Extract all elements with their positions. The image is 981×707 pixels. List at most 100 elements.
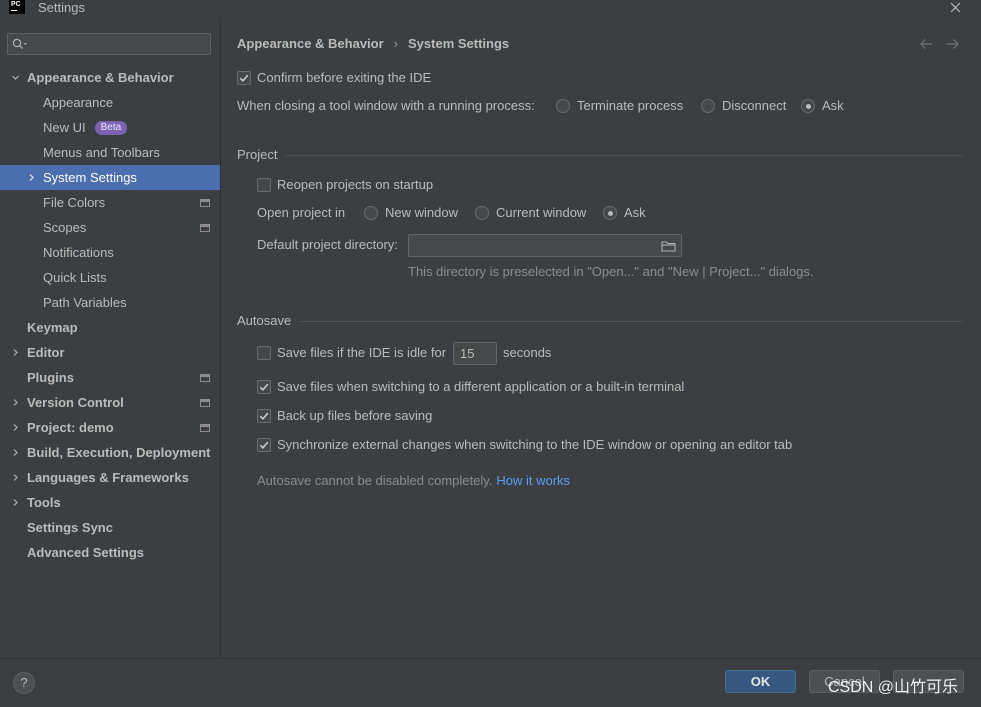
autosave-note: Autosave cannot be disabled completely. … (257, 473, 570, 489)
new-window-label[interactable]: New window (385, 205, 458, 221)
sidebar-item-build-execution-deployment[interactable]: Build, Execution, Deployment (0, 440, 220, 465)
sidebar-item-label: Quick Lists (43, 270, 107, 285)
logo-underline (11, 10, 17, 11)
chevron-right-icon[interactable] (11, 423, 20, 432)
sidebar-item-scopes[interactable]: Scopes (0, 215, 220, 240)
confirm-exit-checkbox[interactable] (237, 71, 251, 85)
sidebar-item-plugins[interactable]: Plugins (0, 365, 220, 390)
checkmark-icon (259, 441, 269, 449)
sidebar-item-version-control[interactable]: Version Control (0, 390, 220, 415)
sidebar-item-menus-toolbars[interactable]: Menus and Toolbars (0, 140, 220, 165)
disconnect-radio[interactable] (701, 99, 715, 113)
default-directory-hint: This directory is preselected in "Open..… (408, 264, 814, 279)
open-ask-radio[interactable] (603, 206, 617, 220)
idle-seconds-field[interactable] (453, 342, 497, 365)
chevron-right-icon[interactable] (11, 348, 20, 357)
sidebar-item-label: Tools (27, 495, 61, 510)
ask-radio[interactable] (801, 99, 815, 113)
sidebar-item-label: Project: demo (27, 420, 114, 435)
current-window-label[interactable]: Current window (496, 205, 586, 221)
disconnect-label[interactable]: Disconnect (722, 98, 786, 114)
sidebar-item-languages-frameworks[interactable]: Languages & Frameworks (0, 465, 220, 490)
close-icon[interactable] (950, 2, 961, 13)
breadcrumb-parent[interactable]: Appearance & Behavior (237, 36, 384, 52)
sidebar-item-tools[interactable]: Tools (0, 490, 220, 515)
sidebar-item-new-ui[interactable]: New UI Beta (0, 115, 220, 140)
help-icon: ? (20, 675, 28, 690)
default-directory-field[interactable] (408, 234, 682, 257)
breadcrumb: Appearance & Behavior › System Settings (237, 36, 509, 52)
sidebar-item-settings-sync[interactable]: Settings Sync (0, 515, 220, 540)
radio-dot (607, 210, 613, 216)
sidebar-item-appearance[interactable]: Appearance (0, 90, 220, 115)
sidebar-item-label: Keymap (27, 320, 78, 335)
save-idle-label[interactable]: Save files if the IDE is idle for (277, 345, 446, 361)
terminate-process-label[interactable]: Terminate process (577, 98, 683, 114)
sidebar-item-notifications[interactable]: Notifications (0, 240, 220, 265)
chevron-right-icon[interactable] (11, 498, 20, 507)
section-title: Autosave (237, 313, 292, 328)
chevron-right-icon[interactable] (27, 173, 36, 182)
chevron-right-icon[interactable] (11, 473, 20, 482)
help-button[interactable]: ? (13, 672, 35, 694)
sidebar-item-path-variables[interactable]: Path Variables (0, 290, 220, 315)
sync-external-label[interactable]: Synchronize external changes when switch… (277, 437, 792, 453)
backup-files-checkbox[interactable] (257, 409, 271, 423)
sidebar-item-label: Menus and Toolbars (43, 145, 160, 160)
checkmark-icon (259, 383, 269, 391)
sidebar-item-quick-lists[interactable]: Quick Lists (0, 265, 220, 290)
arrow-right-icon[interactable] (946, 38, 960, 50)
section-divider (299, 320, 963, 322)
ok-button[interactable]: OK (725, 670, 796, 693)
sidebar-item-label: Appearance (43, 95, 114, 110)
sidebar-item-editor[interactable]: Editor (0, 340, 220, 365)
sidebar-item-label: System Settings (43, 170, 137, 185)
new-window-radio[interactable] (364, 206, 378, 220)
dialog-footer: ? OK Cancel (0, 658, 981, 707)
backup-files-label[interactable]: Back up files before saving (277, 408, 432, 424)
save-on-switch-checkbox[interactable] (257, 380, 271, 394)
sidebar-item-file-colors[interactable]: File Colors (0, 190, 220, 215)
project-settings-icon (200, 424, 210, 432)
search-icon[interactable] (12, 38, 28, 50)
breadcrumb-current: System Settings (408, 36, 510, 51)
how-it-works-link[interactable]: How it works (496, 473, 570, 489)
save-on-switch-label[interactable]: Save files when switching to a different… (277, 379, 684, 395)
sidebar-item-label: New UI (43, 120, 86, 135)
checkmark-icon (239, 74, 249, 82)
sidebar-item-keymap[interactable]: Keymap (0, 315, 220, 340)
sidebar-item-appearance-behavior[interactable]: Appearance & Behavior (0, 65, 220, 90)
ask-label[interactable]: Ask (822, 98, 844, 114)
chevron-right-icon[interactable] (11, 398, 20, 407)
open-project-in-label: Open project in (257, 205, 346, 220)
sidebar-item-label: Build, Execution, Deployment (27, 445, 211, 460)
apply-button[interactable] (893, 670, 964, 693)
cancel-button[interactable]: Cancel (809, 670, 880, 693)
arrow-left-icon[interactable] (919, 38, 933, 50)
current-window-radio[interactable] (475, 206, 489, 220)
beta-badge: Beta (94, 120, 128, 135)
chevron-down-icon[interactable] (11, 73, 20, 82)
sidebar-item-label: Settings Sync (27, 520, 113, 535)
sidebar-item-advanced-settings[interactable]: Advanced Settings (0, 540, 220, 565)
project-settings-icon (200, 224, 210, 232)
terminate-process-radio[interactable] (556, 99, 570, 113)
search-input[interactable] (32, 34, 206, 54)
open-ask-label[interactable]: Ask (624, 205, 646, 221)
reopen-projects-checkbox[interactable] (257, 178, 271, 192)
sidebar-item-system-settings[interactable]: System Settings (0, 165, 220, 190)
confirm-exit-label[interactable]: Confirm before exiting the IDE (257, 70, 431, 86)
folder-icon[interactable] (661, 240, 676, 252)
autosave-note-text: Autosave cannot be disabled completely. (257, 473, 493, 488)
search-field[interactable] (7, 33, 211, 55)
chevron-right-icon[interactable] (11, 448, 20, 457)
sidebar-item-label: Languages & Frameworks (27, 470, 189, 485)
sidebar-item-label: Version Control (27, 395, 124, 410)
reopen-projects-label[interactable]: Reopen projects on startup (277, 177, 433, 193)
sync-external-checkbox[interactable] (257, 438, 271, 452)
sidebar-item-project-demo[interactable]: Project: demo (0, 415, 220, 440)
save-idle-checkbox[interactable] (257, 346, 271, 360)
sidebar-item-label: File Colors (43, 195, 106, 210)
logo-text: PC (11, 1, 21, 8)
project-settings-icon (200, 199, 210, 207)
